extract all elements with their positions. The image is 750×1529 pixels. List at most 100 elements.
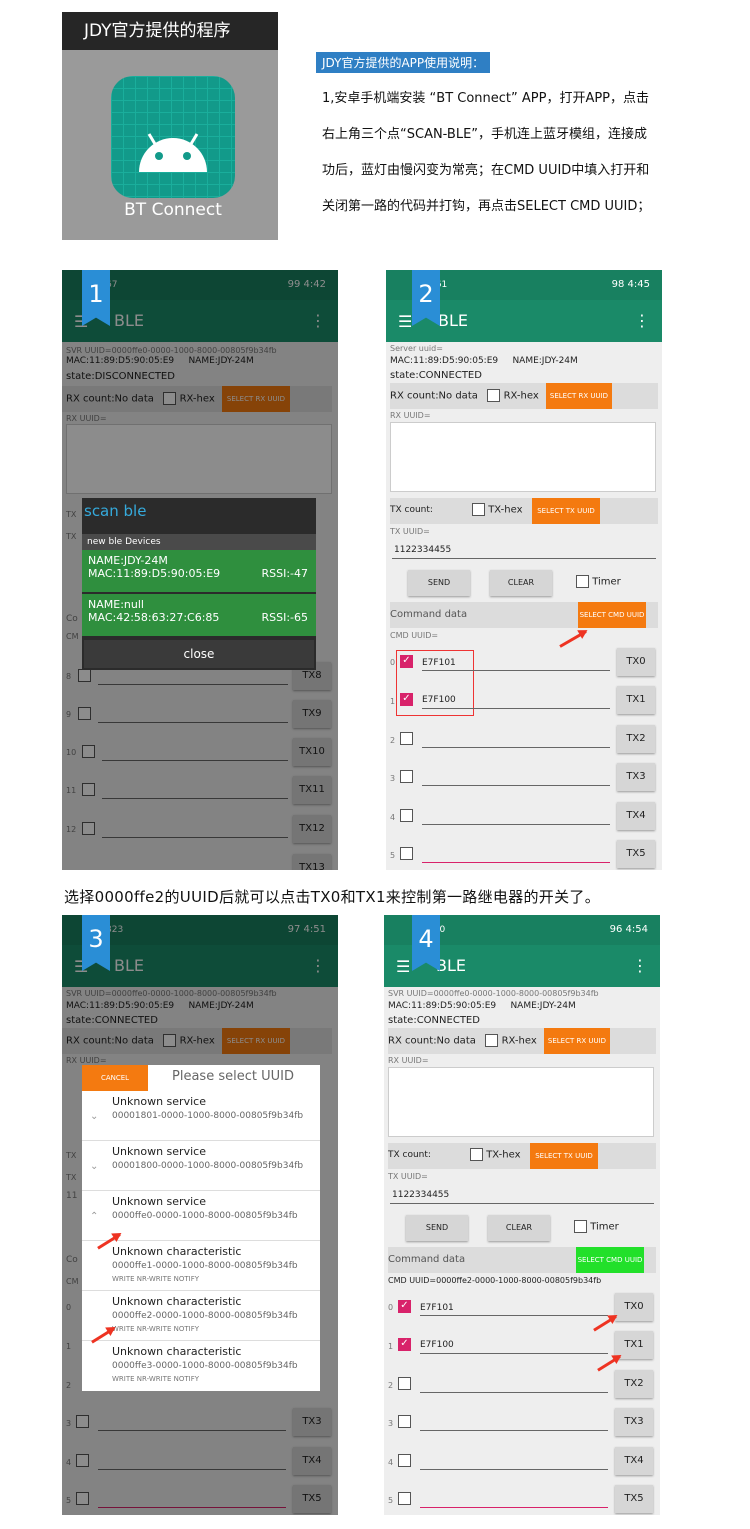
tx5-button[interactable]: TX5 <box>617 840 655 868</box>
rx-text-area[interactable] <box>388 1067 654 1137</box>
uuid-item[interactable]: ⌄ Unknown service 00001800-0000-1000-800… <box>82 1143 320 1191</box>
uuid-item-props: WRITE NR-WRITE NOTIFY <box>112 1275 199 1283</box>
state-label: state:CONNECTED <box>388 1015 480 1026</box>
send-button[interactable]: SEND <box>408 570 470 596</box>
device-item-2[interactable]: NAME:null MAC:42:58:63:27:C6:85 RSSI:-65 <box>82 594 316 636</box>
device-name: NAME:JDY-24M <box>88 554 168 567</box>
instruction-line: 1,安卓手机端安装 “BT Connect” APP，打开APP，点击 <box>322 91 650 106</box>
cmd-checkbox[interactable] <box>398 1492 411 1505</box>
send-button[interactable]: SEND <box>406 1215 468 1241</box>
uuid-item[interactable]: Unknown characteristic 0000ffe3-0000-100… <box>82 1343 320 1391</box>
clear-button[interactable]: CLEAR <box>490 570 552 596</box>
tx-input[interactable]: 1122334455 <box>392 1190 660 1200</box>
rx-uuid-label: RX UUID= <box>390 411 431 420</box>
uuid-item[interactable]: ⌄ Unknown service 00001801-0000-1000-800… <box>82 1093 320 1141</box>
step-badge: 3 <box>82 915 110 971</box>
app-title: BLE <box>436 956 466 975</box>
clear-button[interactable]: CLEAR <box>488 1215 550 1241</box>
rx-hex-checkbox[interactable] <box>485 1034 499 1047</box>
timer-label: Timer <box>590 1221 619 1233</box>
overflow-menu-icon[interactable]: ⋮ <box>634 311 650 330</box>
tx2-button[interactable]: TX2 <box>617 725 655 753</box>
tx-hex-checkbox[interactable] <box>472 503 485 516</box>
rx-hex-label: RX-hex <box>503 390 539 402</box>
app-card: JDY官方提供的程序 BT Connect <box>62 12 278 240</box>
chevron-down-icon: ⌄ <box>90 1111 99 1122</box>
tx3-button[interactable]: TX3 <box>617 763 655 791</box>
uuid-item-title: Unknown service <box>112 1145 206 1158</box>
close-button[interactable]: close <box>84 640 314 668</box>
tx4-button[interactable]: TX4 <box>615 1447 653 1475</box>
phone-screenshot-4: 15096 4:54 ☰BLE⋮ SVR UUID=0000ffe0-0000-… <box>384 915 660 1515</box>
uuid-item-props: WRITE NR-WRITE NOTIFY <box>112 1375 199 1383</box>
uuid-item-value: 0000ffe0-0000-1000-8000-00805f9b34fb <box>112 1211 298 1221</box>
uuid-item-title: Unknown characteristic <box>112 1345 242 1358</box>
instructions-title: JDY官方提供的APP使用说明： <box>316 52 491 73</box>
cmd1-checkbox[interactable]: ✓ <box>400 693 413 706</box>
timer-checkbox[interactable] <box>574 1220 587 1233</box>
tx-hex-label: TX-hex <box>486 1149 521 1161</box>
select-tx-uuid-button[interactable]: SELECT TX UUID <box>532 498 600 524</box>
dialog-title: Please select UUID <box>172 1069 294 1084</box>
cmd1-checkbox[interactable]: ✓ <box>398 1338 411 1351</box>
timer-label: Timer <box>592 576 621 588</box>
select-rx-uuid-button[interactable]: SELECT RX UUID <box>546 383 612 409</box>
scan-ble-dialog: scan ble new ble Devices NAME:JDY-24M MA… <box>82 498 316 670</box>
tx-input[interactable]: 1122334455 <box>394 545 662 555</box>
status-battery-time: 96 4:54 <box>609 924 648 935</box>
cmd-checkbox[interactable] <box>400 770 413 783</box>
menu-icon[interactable]: ☰ <box>396 957 410 976</box>
select-rx-uuid-button[interactable]: SELECT RX UUID <box>544 1028 610 1054</box>
tx2-button[interactable]: TX2 <box>615 1370 653 1398</box>
cmd-checkbox[interactable] <box>400 809 413 822</box>
cmd-checkbox[interactable] <box>400 847 413 860</box>
uuid-item-value: 0000ffe2-0000-1000-8000-00805f9b34fb <box>112 1311 298 1321</box>
mac-label: MAC:11:89:D5:90:05:E9 <box>388 1001 497 1011</box>
uuid-item-value: 0000ffe1-0000-1000-8000-00805f9b34fb <box>112 1261 298 1271</box>
timer-checkbox[interactable] <box>576 575 589 588</box>
rx-hex-checkbox[interactable] <box>487 389 501 402</box>
device-rssi: RSSI:-65 <box>261 611 308 624</box>
cancel-button[interactable]: CANCEL <box>82 1065 148 1091</box>
cmd-checkbox[interactable] <box>398 1377 411 1390</box>
select-cmd-uuid-button[interactable]: SELECT CMD UUID <box>578 602 646 628</box>
tx1-button[interactable]: TX1 <box>617 686 655 714</box>
device-name-label: NAME:JDY-24M <box>512 356 578 366</box>
select-tx-uuid-button[interactable]: SELECT TX UUID <box>530 1143 598 1169</box>
select-cmd-uuid-button[interactable]: SELECT CMD UUID <box>576 1247 644 1273</box>
cmd0-checkbox[interactable]: ✓ <box>400 655 413 668</box>
tx-hex-checkbox[interactable] <box>470 1148 483 1161</box>
phone-screenshot-3: 823 97 4:51 ☰ BLE ⋮ SVR UUID=0000ffe0-0000-… <box>62 915 338 1515</box>
uuid-item-value: 00001801-0000-1000-8000-00805f9b34fb <box>112 1111 304 1121</box>
tx3-button[interactable]: TX3 <box>615 1408 653 1436</box>
device-mac: MAC:11:89:D5:90:05:E9 <box>88 567 221 580</box>
cmd-checkbox[interactable] <box>400 732 413 745</box>
tx4-button[interactable]: TX4 <box>617 802 655 830</box>
server-uuid: Server uuid= <box>390 344 443 353</box>
uuid-item[interactable]: Unknown characteristic 0000ffe2-0000-100… <box>82 1293 320 1341</box>
step-badge: 4 <box>412 915 440 971</box>
cmd-uuid-label: CMD UUID= <box>390 631 439 640</box>
phone-screenshot-1: 67 99 4:42 ☰ BLE ⋮ SVR UUID=0000ffe0-0000-1… <box>62 270 338 870</box>
overflow-menu-icon[interactable]: ⋮ <box>632 956 648 975</box>
cmd0-checkbox[interactable]: ✓ <box>398 1300 411 1313</box>
rx-text-area[interactable] <box>390 422 656 492</box>
app-title: BLE <box>438 311 468 330</box>
uuid-item-props: WRITE NR-WRITE NOTIFY <box>112 1325 199 1333</box>
tx-uuid-label: TX UUID= <box>390 527 430 536</box>
caption: 选择0000ffe2的UUID后就可以点击TX0和TX1来控制第一路继电器的开关… <box>64 888 601 906</box>
state-label: state:CONNECTED <box>390 370 482 381</box>
tx0-button[interactable]: TX0 <box>617 648 655 676</box>
cmd-checkbox[interactable] <box>398 1415 411 1428</box>
rx-hex-label: RX-hex <box>501 1035 537 1047</box>
device-name: NAME:null <box>88 598 144 611</box>
uuid-item-value: 00001800-0000-1000-8000-00805f9b34fb <box>112 1161 304 1171</box>
cmd-checkbox[interactable] <box>398 1454 411 1467</box>
uuid-item[interactable]: Unknown characteristic 0000ffe1-0000-100… <box>82 1243 320 1291</box>
tx0-button[interactable]: TX0 <box>615 1293 653 1321</box>
menu-icon[interactable]: ☰ <box>398 312 412 331</box>
device-item-1[interactable]: NAME:JDY-24M MAC:11:89:D5:90:05:E9 RSSI:-… <box>82 550 316 592</box>
tx-hex-label: TX-hex <box>488 504 523 516</box>
uuid-item-title: Unknown characteristic <box>112 1245 242 1258</box>
tx5-button[interactable]: TX5 <box>615 1485 653 1513</box>
